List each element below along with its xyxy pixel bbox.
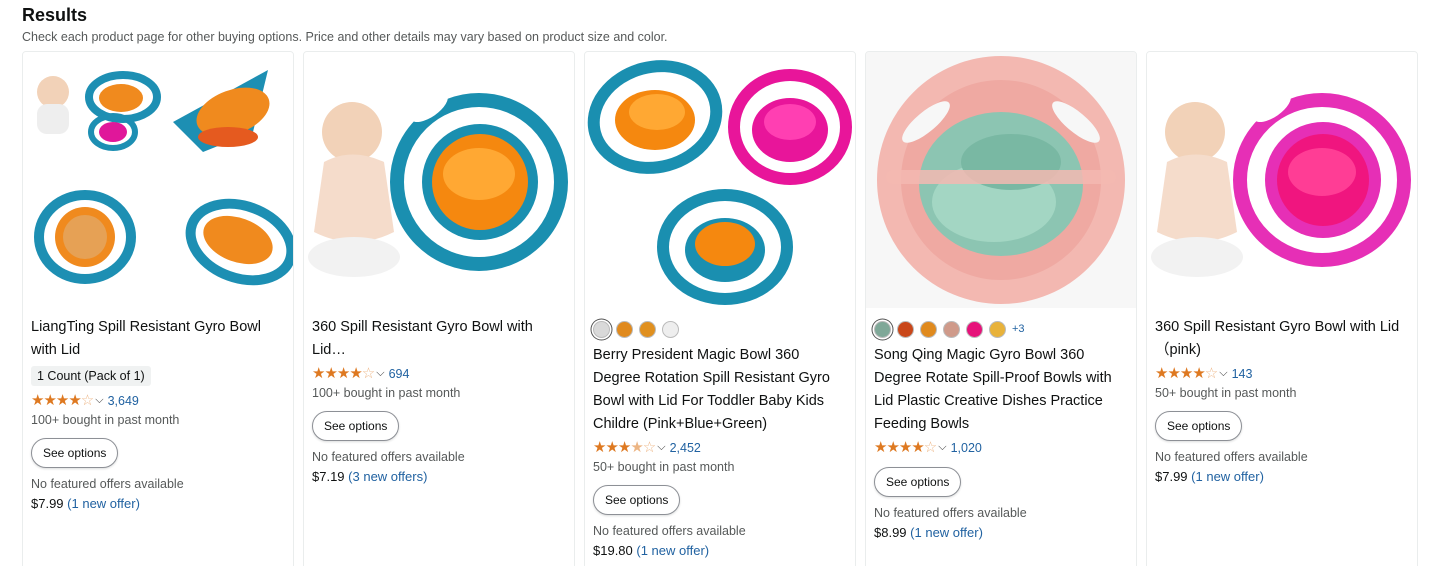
rating-count-link[interactable]: 2,452 — [670, 441, 701, 455]
color-swatch[interactable] — [966, 320, 983, 338]
bought-count: 100+ bought in past month — [312, 386, 461, 400]
price: $7.99 — [1155, 469, 1188, 484]
chevron-down-icon[interactable]: ⌵ — [1219, 367, 1227, 380]
offer-link[interactable]: (1 new offer) — [67, 496, 140, 511]
product-title[interactable]: 360 Spill Resistant Gyro Bowl with Lid… — [312, 316, 566, 362]
see-options-button[interactable]: See options — [874, 467, 962, 497]
no-featured-offers: No featured offers available — [31, 477, 184, 491]
price: $7.19 — [312, 469, 345, 484]
offer-link[interactable]: (1 new offer) — [910, 525, 983, 540]
product-card: 360 Spill Resistant Gyro Bowl with Lid （… — [1146, 51, 1418, 566]
variant-label: 1 Count (Pack of 1) — [31, 366, 151, 386]
price-line: $7.99 (1 new offer) — [1155, 468, 1409, 485]
chevron-down-icon[interactable]: ⌵ — [95, 394, 103, 407]
color-swatches — [593, 318, 847, 340]
color-swatch[interactable] — [943, 320, 960, 338]
no-featured-offers: No featured offers available — [874, 506, 1027, 520]
see-options-button[interactable]: See options — [312, 411, 400, 441]
product-photo-baby-blue-bowl — [304, 52, 574, 308]
rating: ★★★★☆ ⌵ 2,452 — [593, 438, 847, 457]
star-rating-icon[interactable]: ★★★★☆ — [1155, 366, 1218, 381]
offer-link[interactable]: (1 new offer) — [636, 543, 709, 558]
chevron-down-icon[interactable]: ⌵ — [376, 367, 384, 380]
more-swatches-link[interactable]: +3 — [1012, 323, 1025, 335]
chevron-down-icon[interactable]: ⌵ — [938, 441, 946, 454]
product-title[interactable]: Berry President Magic Bowl 360 Degree Ro… — [593, 344, 847, 436]
bought-count: 100+ bought in past month — [31, 413, 180, 427]
product-card: LiangTing Spill Resistant Gyro Bowl with… — [22, 51, 294, 566]
bought-count: 50+ bought in past month — [593, 460, 735, 474]
product-title[interactable]: LiangTing Spill Resistant Gyro Bowl with… — [31, 316, 285, 362]
product-image[interactable] — [23, 52, 293, 308]
color-swatches: +3 — [874, 318, 1128, 340]
star-rating-icon[interactable]: ★★★★☆ — [312, 366, 375, 381]
product-photo-pink-green-bowl — [866, 52, 1136, 308]
color-swatch[interactable] — [897, 320, 914, 338]
product-photo-three-gyro-bowls — [585, 52, 855, 308]
product-photo-baby-pink-bowl — [1147, 52, 1417, 308]
rating-count-link[interactable]: 1,020 — [951, 441, 982, 455]
results-title: Results — [22, 5, 88, 25]
chevron-down-icon[interactable]: ⌵ — [657, 441, 665, 454]
color-swatch[interactable] — [593, 320, 610, 338]
product-image[interactable] — [1147, 52, 1417, 308]
rating-count-link[interactable]: 3,649 — [108, 394, 139, 408]
rating: ★★★★☆ ⌵ 1,020 — [874, 438, 1128, 457]
product-card: 360 Spill Resistant Gyro Bowl with Lid… … — [303, 51, 575, 566]
results-header: Results Check each product page for othe… — [22, 4, 668, 45]
star-rating-icon[interactable]: ★★★★☆ — [874, 440, 937, 455]
color-swatch[interactable] — [920, 320, 937, 338]
color-swatch[interactable] — [989, 320, 1006, 338]
no-featured-offers: No featured offers available — [312, 450, 465, 464]
rating: ★★★★☆ ⌵ 694 — [312, 364, 566, 383]
product-card: +3 Song Qing Magic Gyro Bowl 360 Degree … — [865, 51, 1137, 566]
price-line: $19.80 (1 new offer) — [593, 542, 847, 559]
product-grid: LiangTing Spill Resistant Gyro Bowl with… — [22, 51, 1418, 566]
product-image[interactable] — [585, 52, 855, 308]
see-options-button[interactable]: See options — [1155, 411, 1243, 441]
see-options-button[interactable]: See options — [31, 438, 119, 468]
color-swatch[interactable] — [639, 320, 656, 338]
rating-count-link[interactable]: 694 — [389, 367, 410, 381]
color-swatch[interactable] — [616, 320, 633, 338]
product-title[interactable]: 360 Spill Resistant Gyro Bowl with Lid （… — [1155, 316, 1409, 362]
see-options-button[interactable]: See options — [593, 485, 681, 515]
results-subtitle: Check each product page for other buying… — [22, 30, 668, 44]
star-rating-icon[interactable]: ★★★★☆ — [593, 440, 656, 455]
star-rating-icon[interactable]: ★★★★☆ — [31, 393, 94, 408]
product-image[interactable] — [866, 52, 1136, 308]
product-photo-gyro-bowls-collage — [23, 52, 293, 308]
offer-link[interactable]: (3 new offers) — [348, 469, 427, 484]
price: $7.99 — [31, 496, 64, 511]
rating: ★★★★☆ ⌵ 143 — [1155, 364, 1409, 383]
bought-count: 50+ bought in past month — [1155, 386, 1297, 400]
price-line: $7.99 (1 new offer) — [31, 495, 285, 512]
rating: ★★★★☆ ⌵ 3,649 — [31, 391, 285, 410]
price-line: $8.99 (1 new offer) — [874, 524, 1128, 541]
price-line: $7.19 (3 new offers) — [312, 468, 566, 485]
product-card: Berry President Magic Bowl 360 Degree Ro… — [584, 51, 856, 566]
color-swatch[interactable] — [662, 320, 679, 338]
product-image[interactable] — [304, 52, 574, 308]
no-featured-offers: No featured offers available — [593, 524, 746, 538]
product-title[interactable]: Song Qing Magic Gyro Bowl 360 Degree Rot… — [874, 344, 1128, 436]
rating-count-link[interactable]: 143 — [1232, 367, 1253, 381]
no-featured-offers: No featured offers available — [1155, 450, 1308, 464]
price: $19.80 — [593, 543, 633, 558]
price: $8.99 — [874, 525, 907, 540]
color-swatch[interactable] — [874, 320, 891, 338]
offer-link[interactable]: (1 new offer) — [1191, 469, 1264, 484]
